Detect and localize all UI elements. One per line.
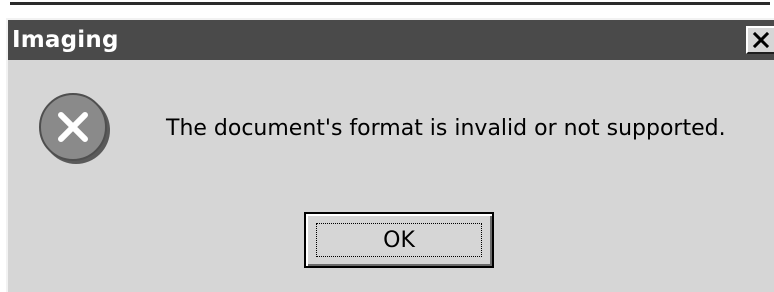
background-window-border (10, 2, 770, 5)
ok-button[interactable]: OK (304, 212, 494, 268)
close-button[interactable] (746, 26, 774, 54)
title-bar[interactable]: Imaging (8, 20, 774, 60)
screen: Imaging The document's format is invalid… (0, 0, 774, 292)
error-dialog: Imaging The document's format is invalid… (6, 18, 774, 292)
ok-button-label: OK (383, 227, 415, 253)
error-message: The document's format is invalid or not … (166, 116, 726, 141)
close-icon (752, 32, 770, 48)
error-icon (39, 93, 110, 164)
dialog-title: Imaging (12, 27, 119, 53)
background-window-edge (0, 0, 774, 8)
